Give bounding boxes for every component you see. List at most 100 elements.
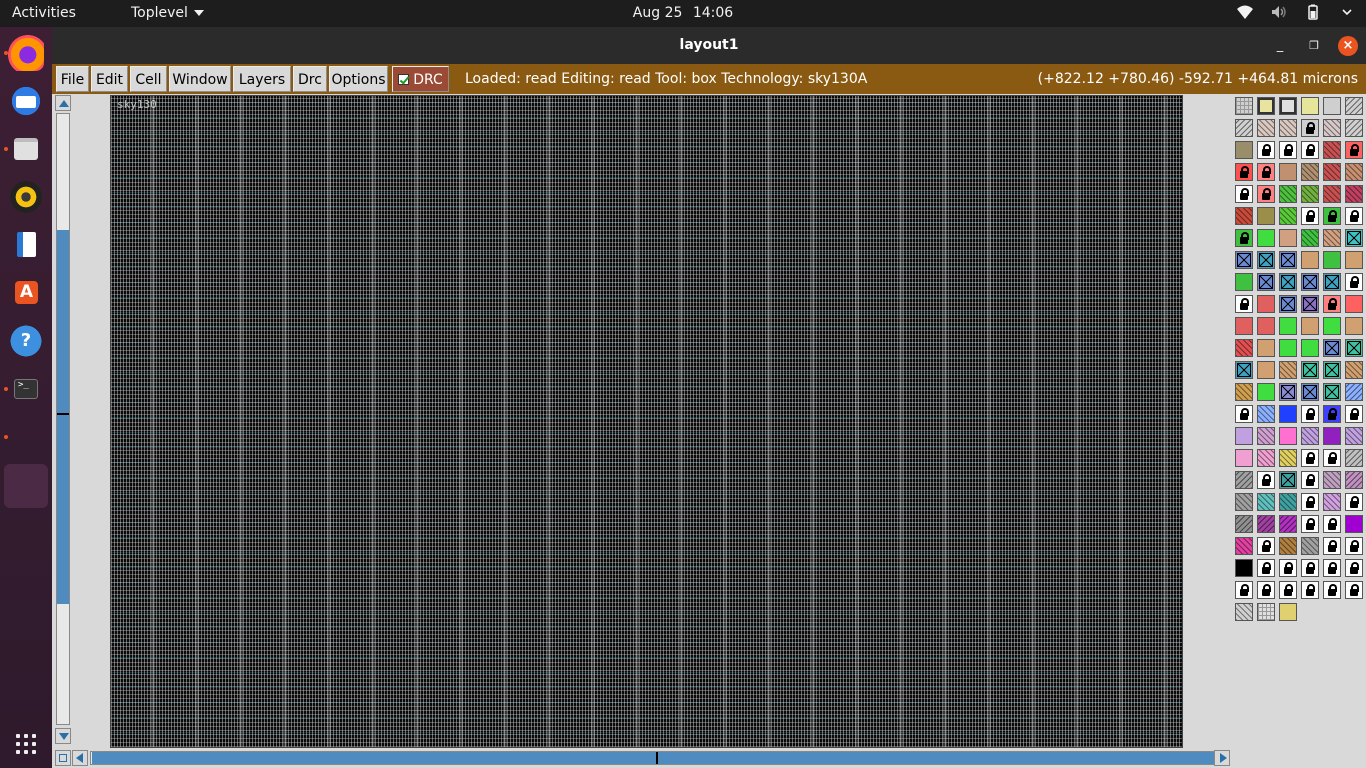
- layer-swatch[interactable]: [1257, 229, 1275, 247]
- files-icon[interactable]: [8, 131, 44, 167]
- locked-layer-swatch[interactable]: [1301, 581, 1319, 599]
- locked-layer-swatch[interactable]: [1345, 207, 1363, 225]
- layer-swatch[interactable]: [1257, 493, 1275, 511]
- layer-swatch[interactable]: [1257, 251, 1275, 269]
- blank-app-icon[interactable]: [8, 419, 44, 455]
- zoom-box-button[interactable]: [55, 750, 71, 766]
- layer-swatch[interactable]: [1279, 361, 1297, 379]
- locked-layer-swatch[interactable]: [1257, 471, 1275, 489]
- rhythmbox-icon[interactable]: [8, 179, 44, 215]
- layer-swatch[interactable]: [1235, 273, 1253, 291]
- layer-swatch[interactable]: [1345, 163, 1363, 181]
- scroll-thumb[interactable]: [92, 752, 1214, 764]
- layout-canvas[interactable]: sky130: [110, 95, 1183, 748]
- layer-swatch[interactable]: [1235, 339, 1253, 357]
- layer-swatch[interactable]: [1279, 515, 1297, 533]
- layer-swatch[interactable]: [1279, 207, 1297, 225]
- layer-swatch[interactable]: [1279, 537, 1297, 555]
- locked-layer-swatch[interactable]: [1323, 559, 1341, 577]
- locked-layer-swatch[interactable]: [1235, 229, 1253, 247]
- software-store-icon[interactable]: A: [8, 275, 44, 311]
- layer-swatch[interactable]: [1323, 251, 1341, 269]
- layer-swatch[interactable]: [1345, 361, 1363, 379]
- layer-swatch[interactable]: [1345, 471, 1363, 489]
- layer-swatch[interactable]: [1345, 449, 1363, 467]
- thunderbird-icon[interactable]: [8, 83, 44, 119]
- layer-swatch[interactable]: [1235, 119, 1253, 137]
- layer-swatch[interactable]: [1301, 427, 1319, 445]
- layer-swatch[interactable]: [1345, 383, 1363, 401]
- layer-swatch[interactable]: [1323, 471, 1341, 489]
- layer-swatch[interactable]: [1257, 515, 1275, 533]
- locked-layer-swatch[interactable]: [1301, 471, 1319, 489]
- layer-swatch[interactable]: [1301, 295, 1319, 313]
- locked-layer-swatch[interactable]: [1345, 273, 1363, 291]
- layer-swatch[interactable]: [1235, 361, 1253, 379]
- locked-layer-swatch[interactable]: [1345, 493, 1363, 511]
- layer-swatch[interactable]: [1345, 119, 1363, 137]
- locked-layer-swatch[interactable]: [1323, 449, 1341, 467]
- terminal-icon[interactable]: >_: [8, 371, 44, 407]
- grid-icon[interactable]: [16, 734, 37, 755]
- scroll-up-button[interactable]: [55, 95, 71, 111]
- locked-layer-swatch[interactable]: [1301, 405, 1319, 423]
- locked-layer-swatch[interactable]: [1279, 581, 1297, 599]
- locked-layer-swatch[interactable]: [1345, 581, 1363, 599]
- layer-swatch[interactable]: [1301, 361, 1319, 379]
- layer-swatch[interactable]: [1323, 185, 1341, 203]
- layer-swatch[interactable]: [1279, 339, 1297, 357]
- layer-swatch[interactable]: [1257, 273, 1275, 291]
- layer-swatch[interactable]: [1345, 185, 1363, 203]
- locked-layer-swatch[interactable]: [1345, 405, 1363, 423]
- layer-swatch[interactable]: [1235, 493, 1253, 511]
- layer-swatch[interactable]: [1323, 317, 1341, 335]
- locked-layer-swatch[interactable]: [1323, 295, 1341, 313]
- layer-swatch[interactable]: [1235, 559, 1253, 577]
- locked-layer-swatch[interactable]: [1301, 493, 1319, 511]
- locked-layer-swatch[interactable]: [1235, 581, 1253, 599]
- locked-layer-swatch[interactable]: [1301, 515, 1319, 533]
- layer-swatch[interactable]: [1323, 427, 1341, 445]
- locked-layer-swatch[interactable]: [1279, 559, 1297, 577]
- layer-swatch[interactable]: [1235, 537, 1253, 555]
- layer-swatch[interactable]: [1323, 493, 1341, 511]
- locked-layer-swatch[interactable]: [1235, 295, 1253, 313]
- layer-swatch[interactable]: [1257, 603, 1275, 621]
- title-bar[interactable]: layout1 _ ❐ ×: [52, 27, 1366, 64]
- locked-layer-swatch[interactable]: [1235, 185, 1253, 203]
- layer-swatch[interactable]: [1235, 427, 1253, 445]
- writer-icon[interactable]: [8, 227, 44, 263]
- layer-swatch[interactable]: [1257, 119, 1275, 137]
- layer-swatch[interactable]: [1301, 163, 1319, 181]
- layer-swatch[interactable]: [1345, 229, 1363, 247]
- menu-window[interactable]: Window: [169, 66, 231, 92]
- layer-swatch[interactable]: [1279, 405, 1297, 423]
- layer-swatch[interactable]: [1257, 339, 1275, 357]
- locked-layer-swatch[interactable]: [1301, 141, 1319, 159]
- layer-swatch[interactable]: [1279, 471, 1297, 489]
- close-button[interactable]: ×: [1338, 36, 1358, 56]
- layer-swatch[interactable]: [1323, 361, 1341, 379]
- menu-file[interactable]: File: [56, 66, 89, 92]
- layer-swatch[interactable]: [1257, 295, 1275, 313]
- layer-swatch[interactable]: [1345, 97, 1363, 115]
- drc-toggle[interactable]: DRC: [392, 66, 449, 92]
- locked-layer-swatch[interactable]: [1345, 141, 1363, 159]
- layer-swatch[interactable]: [1279, 119, 1297, 137]
- layer-swatch[interactable]: [1279, 295, 1297, 313]
- clock[interactable]: Aug 25 14:06: [0, 5, 1366, 21]
- locked-layer-swatch[interactable]: [1257, 537, 1275, 555]
- horizontal-scrollbar[interactable]: [52, 748, 1232, 768]
- layer-swatch[interactable]: [1279, 427, 1297, 445]
- layer-swatch[interactable]: [1279, 603, 1297, 621]
- locked-layer-swatch[interactable]: [1323, 537, 1341, 555]
- layer-swatch[interactable]: [1301, 339, 1319, 357]
- layer-swatch[interactable]: [1235, 471, 1253, 489]
- menu-layers[interactable]: Layers: [233, 66, 291, 92]
- layer-swatch[interactable]: [1279, 163, 1297, 181]
- magic-window-icon[interactable]: [4, 464, 48, 508]
- menu-options[interactable]: Options: [329, 66, 388, 92]
- layer-swatch[interactable]: [1257, 207, 1275, 225]
- layer-swatch[interactable]: [1257, 317, 1275, 335]
- locked-layer-swatch[interactable]: [1323, 405, 1341, 423]
